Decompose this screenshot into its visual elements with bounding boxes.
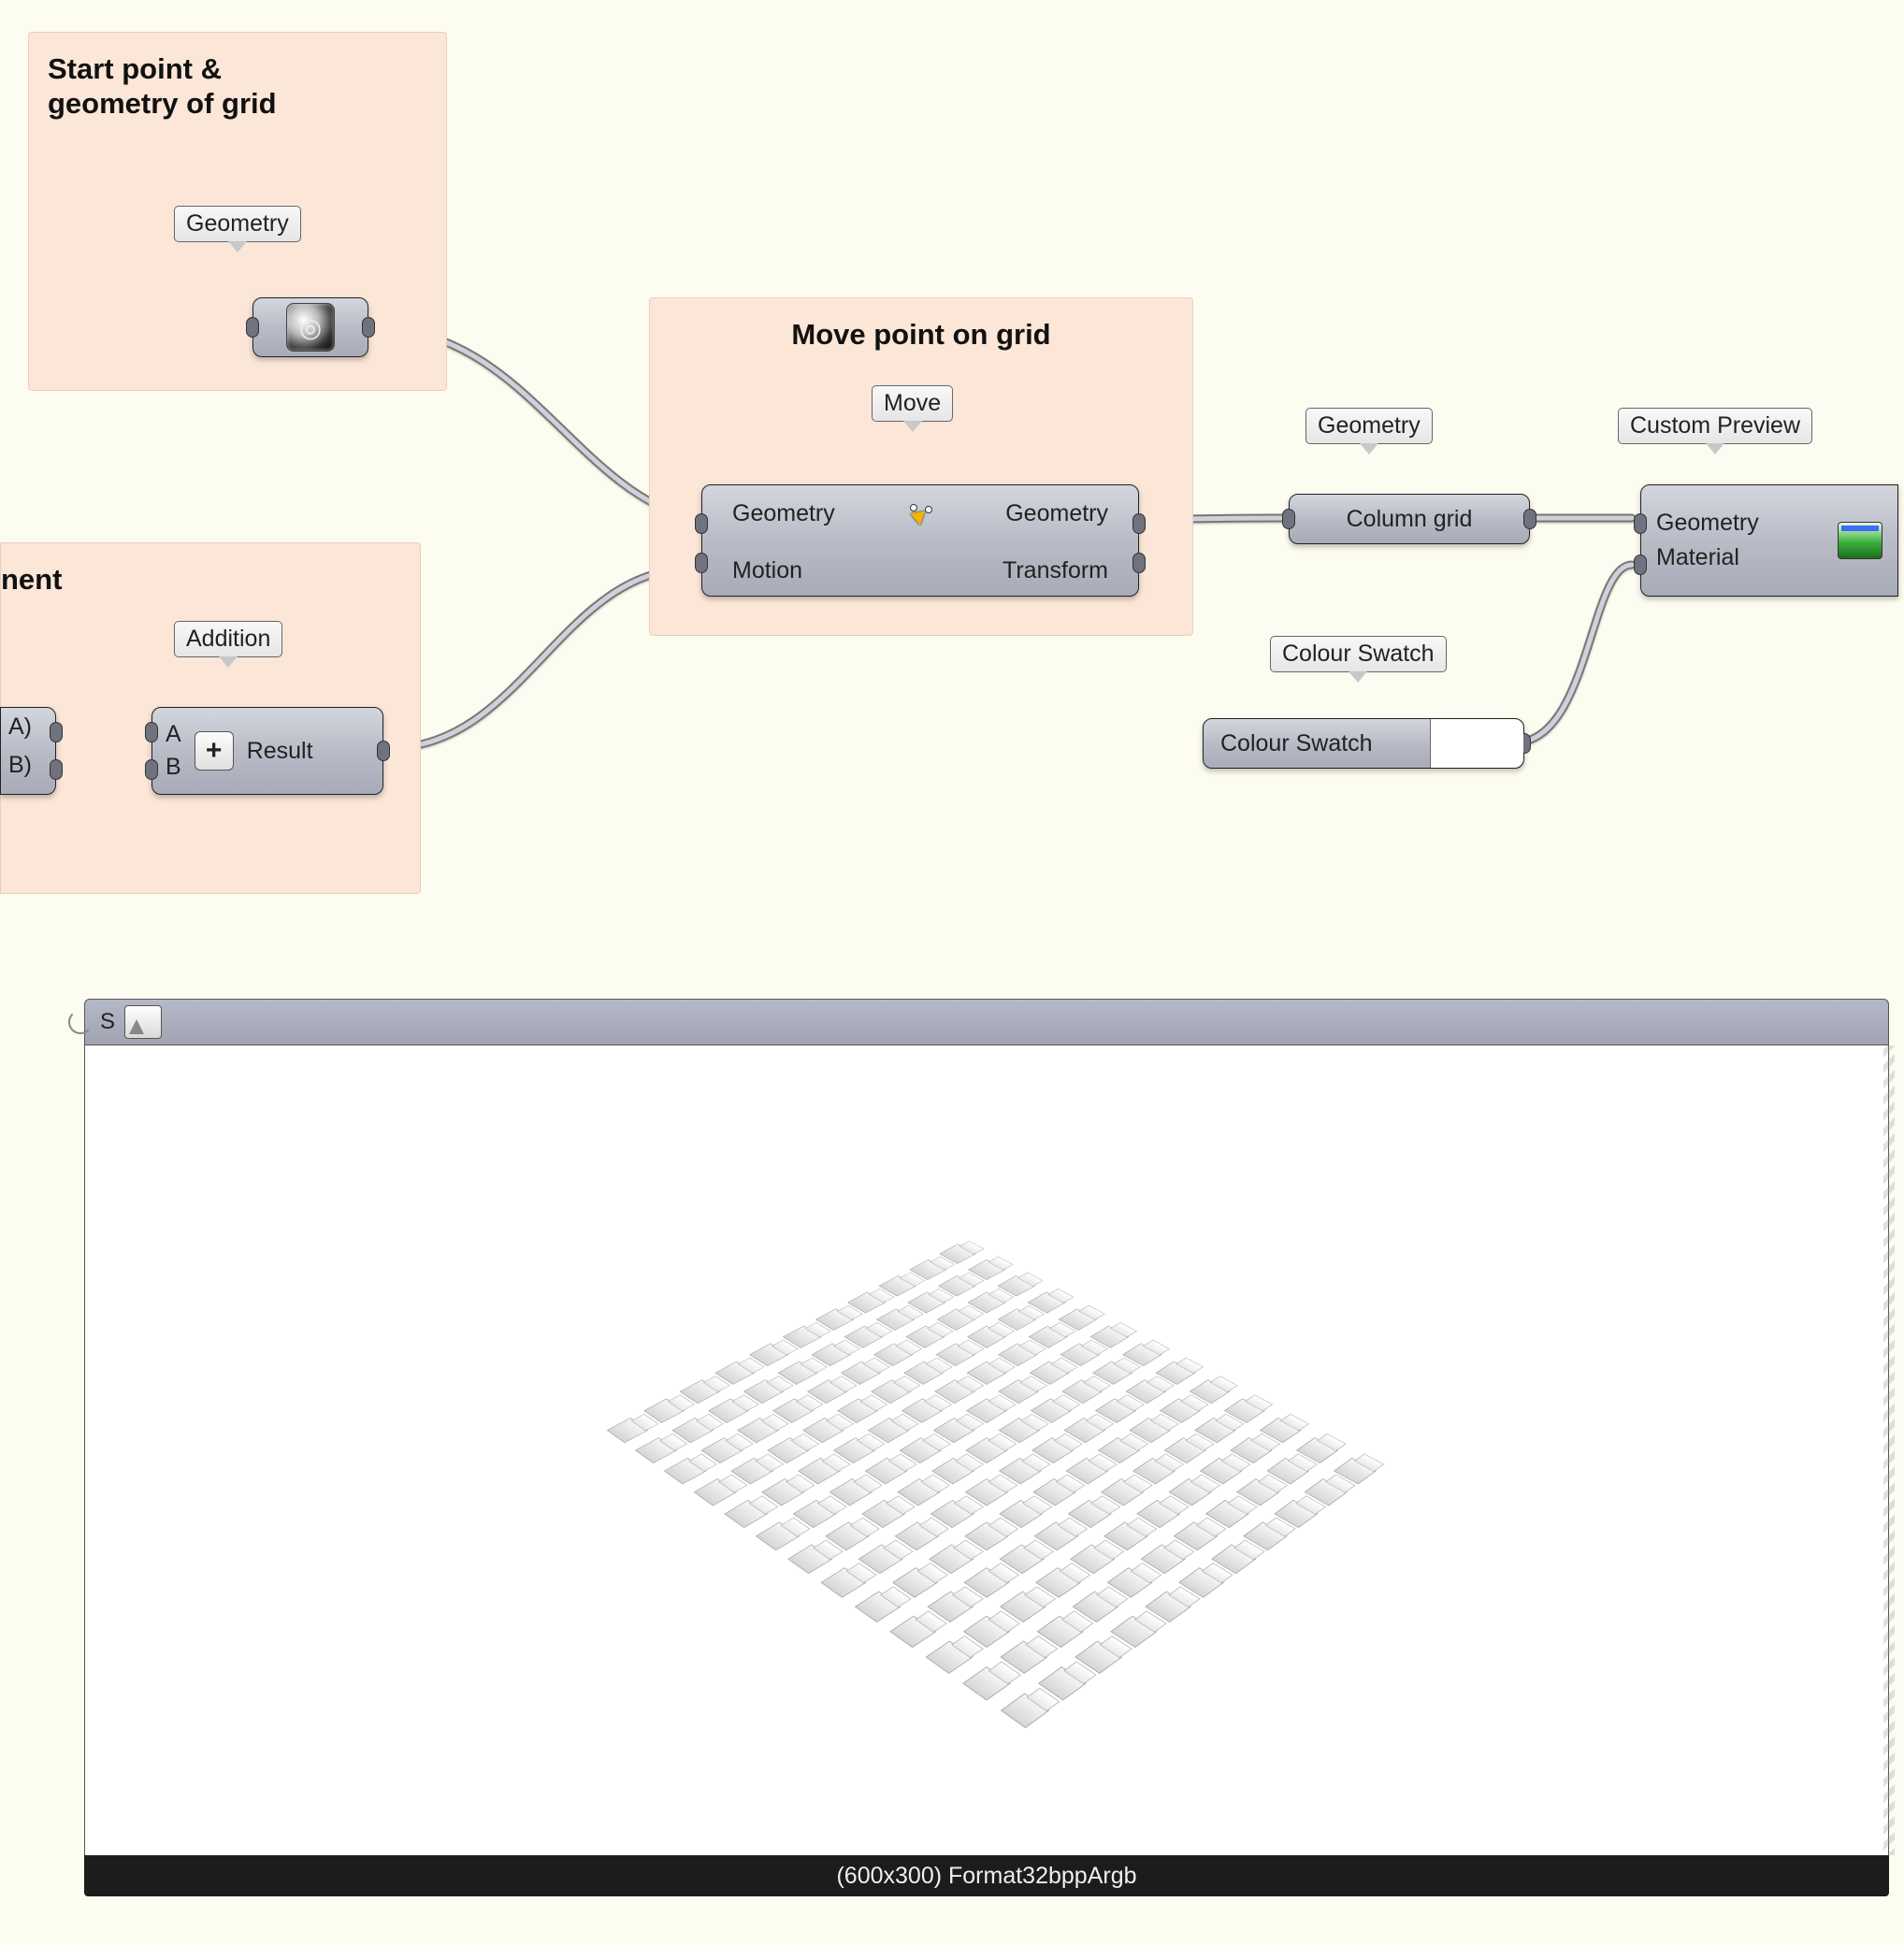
colour-swatch-label: Colour Swatch	[1220, 730, 1373, 757]
arc-icon	[68, 1010, 93, 1034]
grip-left-icon[interactable]	[1634, 513, 1647, 534]
node-custom-preview[interactable]: Geometry Material	[1640, 484, 1898, 597]
render-area[interactable]	[84, 1045, 1889, 1855]
grip-left-icon[interactable]	[145, 759, 158, 780]
grip-right-icon[interactable]	[1132, 513, 1146, 534]
render-grid	[595, 1238, 1389, 1738]
group-partial-title: nent	[1, 562, 401, 597]
add-in-a: A	[166, 721, 181, 748]
grip-left-icon[interactable]	[1634, 555, 1647, 575]
grip-left-icon[interactable]	[1282, 509, 1295, 529]
preview-in-material: Material	[1656, 544, 1739, 571]
frag-b: B)	[1, 746, 55, 785]
move-out-geometry: Geometry	[992, 493, 1121, 535]
move-out-transform: Transform	[989, 550, 1121, 592]
add-out: Result	[247, 738, 313, 765]
colour-swatch-value[interactable]	[1430, 719, 1523, 768]
move-in-geometry: Geometry	[719, 493, 848, 535]
group-move-title: Move point on grid	[669, 317, 1174, 352]
node-colour-swatch[interactable]: Colour Swatch	[1203, 718, 1524, 769]
move-in-motion: Motion	[719, 550, 815, 592]
move-arrow-icon	[904, 498, 936, 530]
tag-custom-preview: Custom Preview	[1618, 408, 1812, 444]
grip-left-icon[interactable]	[695, 553, 708, 573]
frag-a: A)	[1, 708, 55, 746]
viewport-header[interactable]: S	[84, 999, 1889, 1045]
grip-right-icon[interactable]	[377, 741, 390, 761]
viewport-s-label: S	[100, 1009, 115, 1035]
grip-right-icon[interactable]	[50, 759, 63, 780]
preview-in-geometry: Geometry	[1656, 510, 1759, 537]
tag-addition: Addition	[174, 621, 282, 657]
node-move[interactable]: Geometry Geometry Motion Transform	[701, 484, 1139, 597]
plus-icon: +	[195, 731, 234, 771]
grip-right-icon[interactable]	[1132, 553, 1146, 573]
node-addition[interactable]: A B + Result	[151, 707, 383, 795]
grip-right-icon[interactable]	[50, 722, 63, 742]
group-start-title: Start point & geometry of grid	[48, 51, 427, 121]
grip-right-icon[interactable]	[362, 317, 375, 338]
image-icon[interactable]	[124, 1005, 162, 1039]
column-grid-label: Column grid	[1347, 506, 1473, 533]
grip-left-icon[interactable]	[246, 317, 259, 338]
tag-colour-swatch: Colour Swatch	[1270, 636, 1447, 672]
grip-left-icon[interactable]	[695, 513, 708, 534]
grip-right-icon[interactable]	[1523, 509, 1536, 529]
grip-left-icon[interactable]	[145, 722, 158, 742]
tag-geometry-mid: Geometry	[1305, 408, 1433, 444]
tag-move: Move	[872, 385, 953, 422]
node-frag-ab[interactable]: A) B)	[0, 707, 56, 795]
render-viewport: S (600x300) Format32bppArgb	[84, 999, 1889, 1900]
node-column-grid[interactable]: Column grid	[1289, 494, 1530, 544]
node-geometry-param[interactable]: ◎	[252, 297, 368, 357]
viewport-footer: (600x300) Format32bppArgb	[84, 1855, 1889, 1896]
preview-icon	[1838, 522, 1882, 559]
zigzag-edge-icon	[1883, 1045, 1895, 1855]
geometry-swirl-icon: ◎	[286, 303, 335, 352]
tag-geometry-top: Geometry	[174, 206, 301, 242]
add-in-b: B	[166, 754, 181, 781]
